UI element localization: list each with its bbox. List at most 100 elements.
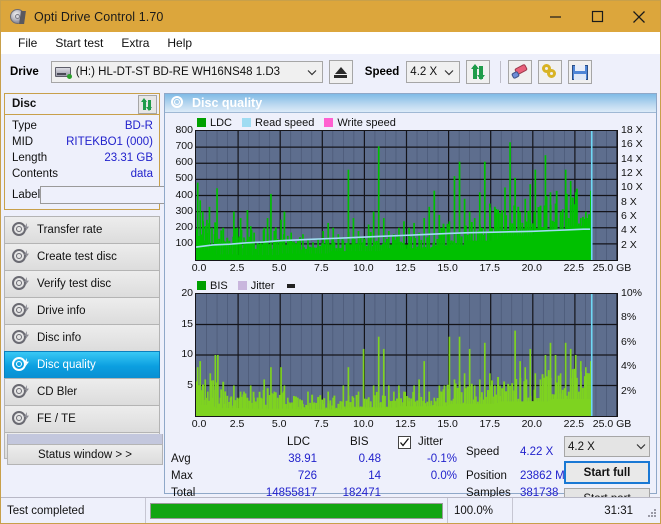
sidebar: Disc Type BD-R MID RITEKBO1 (000) Length… bbox=[4, 93, 244, 494]
y2-tick-label: 8% bbox=[621, 311, 637, 324]
position-stat-label: Position bbox=[466, 470, 507, 482]
disc-test-icon bbox=[12, 249, 29, 265]
disc-refresh-button[interactable] bbox=[138, 94, 157, 114]
y2-tick-label: 2 X bbox=[621, 238, 637, 251]
disc-row-key: Contents bbox=[12, 168, 59, 180]
bis-chart-legend: BIS Jitter bbox=[169, 278, 652, 293]
y-tick-label: 700 bbox=[175, 140, 193, 153]
sidebar-item-disc-info[interactable]: Disc info bbox=[4, 324, 160, 351]
drive-select[interactable]: (H:) HL-DT-ST BD-RE WH16NS48 1.D3 bbox=[50, 61, 323, 83]
speed-stat-label: Speed bbox=[466, 446, 500, 458]
ldc-plot-wrap: 100 200 300 400 500 600 700 800 2 X4 X 6 X 8 X 10 … bbox=[169, 124, 652, 261]
menu-item-extra[interactable]: Extra bbox=[112, 34, 158, 52]
stats-header-bis: BIS bbox=[350, 436, 369, 448]
disc-test-icon bbox=[12, 303, 29, 319]
sidebar-item-cd-bler[interactable]: CD Bler bbox=[4, 378, 160, 405]
y2-tick-label: 6 X bbox=[621, 210, 637, 222]
chevron-down-icon bbox=[441, 69, 457, 76]
resize-grip-icon[interactable] bbox=[643, 504, 657, 518]
sidebar-item-transfer-rate[interactable]: Transfer rate bbox=[4, 216, 160, 243]
disc-test-icon bbox=[12, 411, 29, 427]
disc-row-value: RITEKBO1 (000) bbox=[66, 136, 153, 148]
y2-tick-label: 10% bbox=[621, 287, 643, 299]
sidebar-item-disc-quality[interactable]: Disc quality bbox=[4, 351, 160, 378]
x-tick-label: 7.5 bbox=[313, 418, 329, 430]
toolbar: Drive (H:) HL-DT-ST BD-RE WH16NS48 1.D3 … bbox=[1, 54, 660, 90]
progress-fill bbox=[151, 503, 442, 518]
legend-swatch-ldc bbox=[197, 118, 206, 127]
close-icon[interactable] bbox=[618, 1, 660, 32]
jitter-checkbox[interactable] bbox=[398, 436, 411, 449]
start-full-button[interactable]: Start full bbox=[564, 461, 650, 484]
disc-panel-header: Disc bbox=[5, 94, 159, 115]
legend-swatch-bis bbox=[197, 281, 206, 290]
x-tick-label: 15.0 bbox=[437, 418, 458, 430]
x-tick-label: 5.0 bbox=[271, 262, 287, 274]
menu-item-file[interactable]: File bbox=[9, 34, 46, 52]
ldc-y-axis-left: 100 200 300 400 500 600 700 800 bbox=[169, 124, 195, 261]
save-button[interactable] bbox=[568, 60, 593, 84]
x-tick-label: 10.0 bbox=[353, 262, 374, 274]
wrench-icon bbox=[541, 64, 559, 80]
chevron-down-icon bbox=[636, 441, 646, 453]
app-disc-icon bbox=[9, 8, 27, 26]
y2-tick-label: 16 X bbox=[621, 138, 643, 151]
x-tick-label: 10.0 bbox=[353, 418, 374, 430]
speed-select[interactable]: 4.2 X bbox=[406, 61, 461, 83]
disc-row-length: Length 23.31 GB bbox=[12, 150, 153, 166]
bis-y-axis-left: 5 10 15 20 bbox=[169, 287, 195, 417]
menu-item-help[interactable]: Help bbox=[158, 34, 201, 52]
disc-info-panel: Disc Type BD-R MID RITEKBO1 (000) Length… bbox=[4, 93, 244, 210]
x-tick-label: 15.0 bbox=[437, 262, 458, 274]
eject-icon bbox=[334, 66, 348, 78]
ldc-y-axis-right: 2 X4 X 6 X 8 X 10 X 12 X 14 X 16 X 18 X bbox=[618, 124, 652, 261]
minimize-icon[interactable] bbox=[534, 1, 576, 32]
y-tick-label: 10 bbox=[181, 348, 193, 360]
eject-button[interactable] bbox=[328, 60, 353, 84]
x-tick-label: 0.0 bbox=[191, 418, 207, 430]
test-speed-select[interactable]: 4.2 X bbox=[564, 436, 650, 457]
x-tick-label: 7.5 bbox=[313, 262, 329, 274]
disc-test-icon bbox=[12, 222, 29, 238]
stats-jitter-avg: -0.1% bbox=[426, 453, 457, 465]
disc-row-type: Type BD-R bbox=[12, 118, 153, 134]
sidebar-spacer bbox=[7, 434, 163, 444]
sidebar-item-fe-te[interactable]: FE / TE bbox=[4, 405, 160, 432]
sidebar-item-label: Disc info bbox=[37, 332, 82, 344]
stats-panel: LDC BIS Avg 38.91 0.48 Max 726 14 Total … bbox=[165, 434, 656, 509]
sidebar-item-label: Drive info bbox=[37, 305, 86, 317]
y2-tick-label: 18 X bbox=[621, 124, 643, 136]
y2-tick-label: 14 X bbox=[621, 152, 643, 165]
maximize-icon[interactable] bbox=[576, 1, 618, 32]
sidebar-item-drive-info[interactable]: Drive info bbox=[4, 297, 160, 324]
jitter-label: Jitter bbox=[418, 436, 443, 448]
x-tick-label: 17.5 bbox=[479, 262, 500, 274]
erase-button[interactable] bbox=[508, 60, 533, 84]
drive-icon bbox=[54, 65, 72, 79]
disc-row-value: data bbox=[130, 168, 153, 180]
y-tick-label: 5 bbox=[187, 378, 193, 391]
y-tick-label: 300 bbox=[175, 204, 193, 217]
stats-row-label-max: Max bbox=[171, 470, 193, 482]
status-window-button[interactable]: Status window > > bbox=[7, 444, 163, 465]
disc-row-value: 23.31 GB bbox=[104, 152, 153, 164]
menu-item-start-test[interactable]: Start test bbox=[46, 34, 112, 52]
toolbar-divider bbox=[500, 61, 502, 83]
sidebar-item-verify-test-disc[interactable]: Verify test disc bbox=[4, 270, 160, 297]
y2-tick-label: 8 X bbox=[621, 195, 637, 208]
disc-rows: Type BD-R MID RITEKBO1 (000) Length 23.3… bbox=[5, 115, 244, 209]
status-text: Test completed bbox=[7, 504, 85, 517]
y2-tick-label: 2% bbox=[621, 384, 637, 397]
eraser-icon bbox=[511, 63, 529, 80]
legend-swatch-jitter bbox=[237, 281, 247, 290]
test-speed-select-value: 4.2 X bbox=[568, 440, 595, 453]
bis-y-axis-right: 2% 4% 6% 8% 10% bbox=[618, 287, 652, 417]
settings-button[interactable] bbox=[538, 60, 563, 84]
x-tick-label: 20.0 bbox=[521, 418, 543, 430]
x-tick-label: 20.0 bbox=[521, 262, 543, 274]
y-tick-label: 200 bbox=[175, 220, 193, 233]
y-tick-label: 20 bbox=[181, 287, 193, 299]
sidebar-item-create-test-disc[interactable]: Create test disc bbox=[4, 243, 160, 270]
refresh-button[interactable] bbox=[466, 60, 491, 84]
legend-label-bis: BIS bbox=[210, 279, 228, 292]
